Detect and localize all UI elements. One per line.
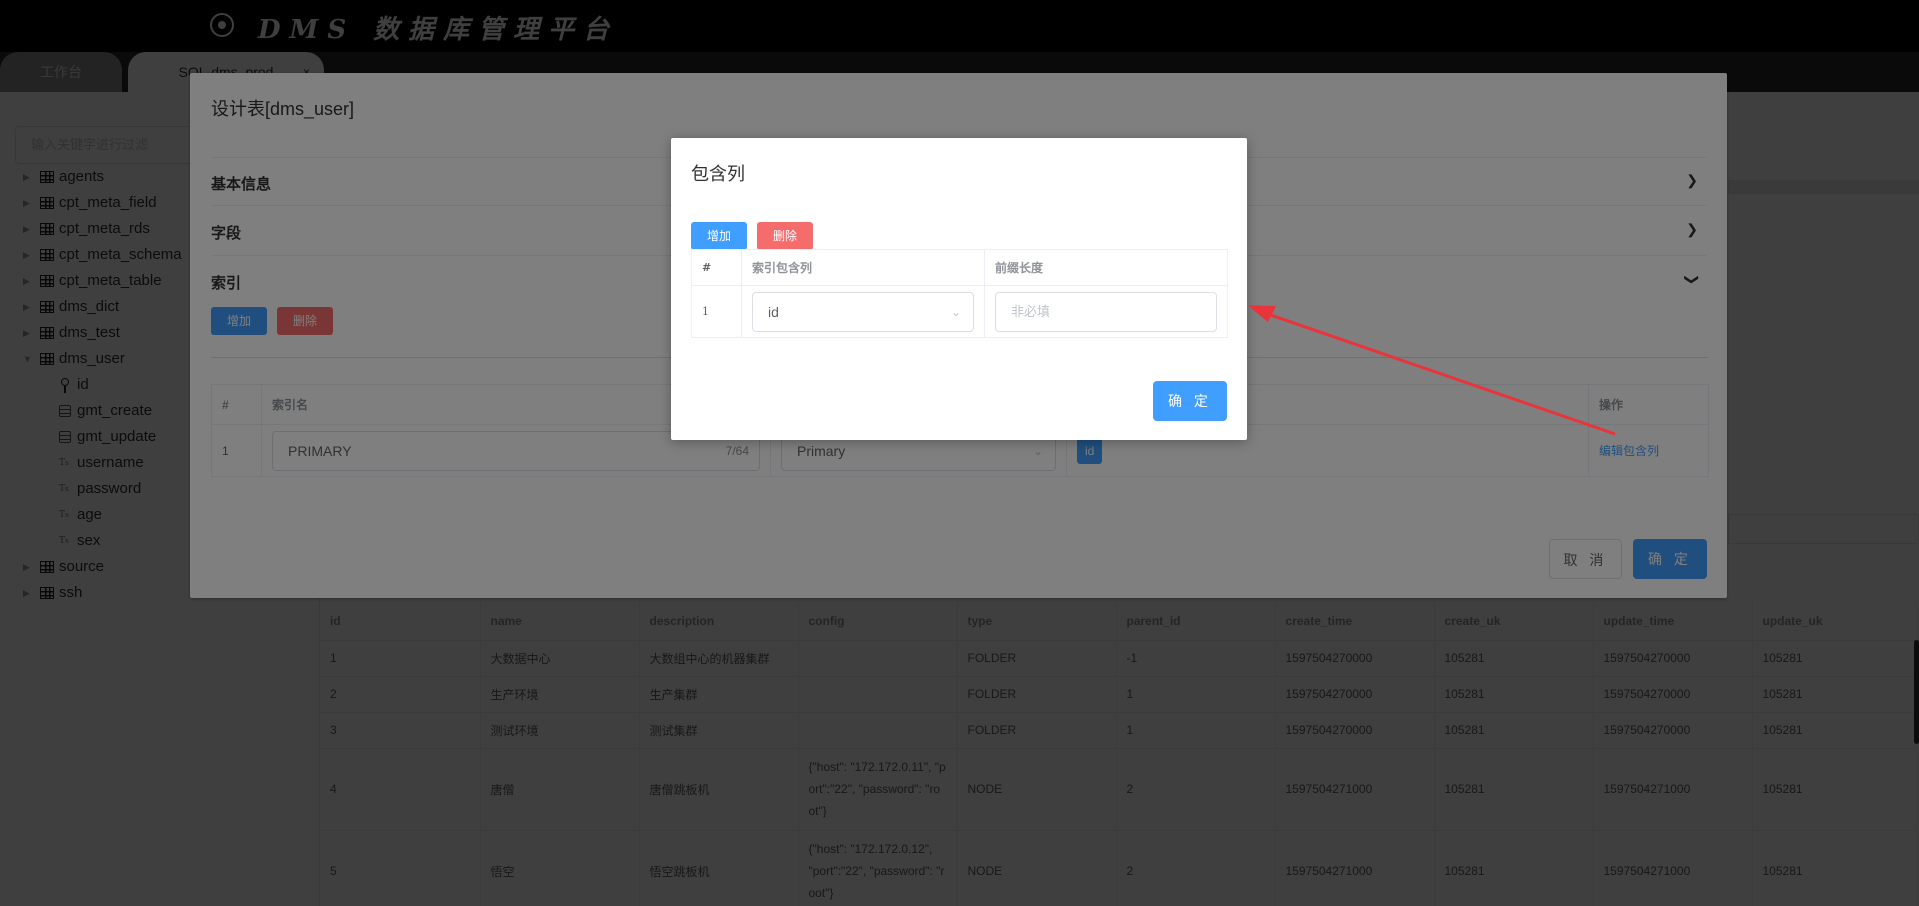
chevron-down-icon: ⌄ bbox=[950, 304, 961, 319]
column-header: 索引包含列 bbox=[741, 249, 985, 286]
confirm-button[interactable]: 确 定 bbox=[1153, 381, 1227, 421]
header-row: # 索引包含列 前缀长度 bbox=[691, 249, 1228, 286]
dialog-title: 包含列 bbox=[691, 164, 745, 184]
column-header: # bbox=[691, 249, 742, 286]
add-column-button[interactable]: 增加 bbox=[691, 222, 747, 250]
modal-mask bbox=[0, 0, 1919, 906]
delete-column-button[interactable]: 删除 bbox=[757, 222, 813, 250]
column-header: 前缀长度 bbox=[984, 249, 1228, 286]
column-cell: id ⌄ bbox=[741, 285, 985, 338]
prefix-cell: 非必填 bbox=[984, 285, 1228, 338]
prefix-length-input[interactable]: 非必填 bbox=[995, 291, 1217, 332]
table-row: 1 id ⌄ 非必填 bbox=[691, 285, 1228, 338]
include-columns-table: # 索引包含列 前缀长度 1 id ⌄ 非必填 bbox=[691, 249, 1228, 338]
row-number: 1 bbox=[691, 285, 742, 338]
include-columns-dialog: 包含列 增加 删除 # 索引包含列 前缀长度 1 id ⌄ 非必填 确 定 bbox=[671, 138, 1247, 440]
column-select[interactable]: id ⌄ bbox=[752, 291, 974, 332]
select-value: id bbox=[768, 303, 779, 320]
